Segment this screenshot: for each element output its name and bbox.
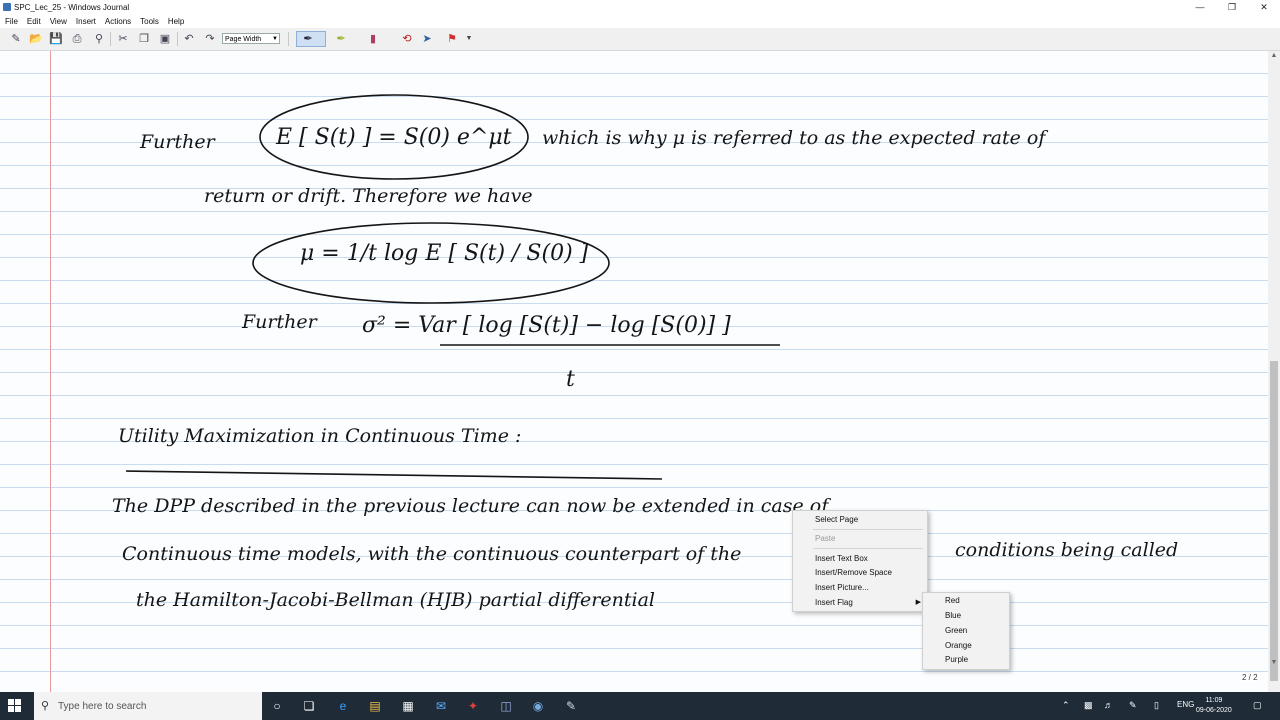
find-icon[interactable]: ⚲ [92, 32, 106, 46]
file-explorer-icon[interactable]: ▤ [367, 698, 383, 714]
page-margin-line [50, 51, 51, 692]
ctx-select-page[interactable]: Select Page [815, 515, 858, 524]
search-placeholder: Type here to search [58, 701, 147, 712]
ctx-insert-picture[interactable]: Insert Picture... [815, 583, 869, 592]
ink-formula-sigma-denominator: t [566, 367, 575, 392]
flag-blue[interactable]: Blue [945, 611, 961, 620]
clock-time: 11:09 [1205, 697, 1223, 704]
windows-start-icon[interactable] [8, 699, 22, 713]
menu-help[interactable]: Help [163, 15, 188, 28]
close-icon[interactable]: ✕ [1248, 0, 1280, 15]
windows-journal-taskbar-icon[interactable]: ✎ [563, 698, 579, 714]
flag-red[interactable]: Red [945, 596, 960, 605]
cortana-icon[interactable]: ○ [269, 698, 285, 714]
journal-app-icon [3, 3, 11, 11]
ink-para-line2b: conditions being called [955, 539, 1179, 561]
journal-page[interactable]: Further E [ S(t) ] = S(0) e^μt which is … [0, 51, 1268, 692]
eraser-icon[interactable]: ▮ [366, 32, 380, 46]
show-hidden-icons-icon[interactable]: ⌃ [1062, 700, 1070, 711]
heading-underline [126, 470, 663, 480]
pdf-reader-icon[interactable]: ✦ [465, 698, 481, 714]
highlighter-icon[interactable]: ✒ [334, 32, 348, 46]
ink-formula-sigma: σ² = Var [ log [S(t)] − log [S(0)] ] [362, 313, 731, 338]
battery-icon[interactable]: ▯ [1154, 700, 1159, 711]
maximize-icon[interactable]: ❐ [1216, 0, 1248, 15]
flag-green[interactable]: Green [945, 626, 967, 635]
page-indicator: 2 / 2 [1240, 673, 1260, 682]
ink-formula-mu: μ = 1/t log E [ S(t) / S(0) ] [300, 241, 589, 266]
chevron-down-icon: ▼ [272, 36, 278, 42]
window-title: SPC_Lec_25 - Windows Journal [14, 3, 130, 12]
task-view-icon[interactable]: ❏ [301, 698, 317, 714]
ctx-insert-text-box[interactable]: Insert Text Box [815, 554, 868, 563]
submenu-arrow-icon: ▶ [915, 599, 921, 606]
fraction-bar [440, 344, 780, 346]
menu-edit[interactable]: Edit [22, 15, 45, 28]
ink-heading: Utility Maximization in Continuous Time … [118, 425, 522, 447]
ink-para-line3: the Hamilton-Jacobi-Bellman (HJB) partia… [136, 589, 655, 611]
ink-formula-expectation: E [ S(t) ] = S(0) e^μt [276, 125, 512, 150]
taskbar-search[interactable]: ⚲ Type here to search [34, 692, 262, 720]
scroll-down-icon[interactable]: ▼ [1268, 659, 1280, 669]
minimize-icon[interactable]: — [1184, 0, 1216, 15]
flag-purple[interactable]: Purple [945, 655, 968, 664]
vertical-scrollbar[interactable]: ▲ ▼ [1268, 51, 1280, 692]
search-icon: ⚲ [41, 700, 50, 712]
lasso-select-icon[interactable]: ⟲ [400, 32, 414, 46]
copy-icon[interactable]: ❐ [137, 32, 151, 46]
flag-orange[interactable]: Orange [945, 641, 972, 650]
language-indicator[interactable]: ENG [1177, 700, 1194, 709]
ctx-insert-flag[interactable]: Insert Flag [815, 598, 853, 607]
scroll-up-icon[interactable]: ▲ [1268, 52, 1280, 62]
zoom-value: Page Width [225, 36, 262, 43]
menu-view[interactable]: View [45, 15, 71, 28]
flag-submenu: Red Blue Green Orange Purple [922, 592, 1010, 670]
selection-tool-icon[interactable]: ➤ [420, 32, 434, 46]
clock[interactable]: 11:09 09-06-2020 [1196, 696, 1232, 716]
clock-date: 09-06-2020 [1196, 707, 1232, 714]
menu-actions[interactable]: Actions [100, 15, 135, 28]
ctx-insert-remove-space[interactable]: Insert/Remove Space [815, 568, 892, 577]
scrollbar-thumb[interactable] [1270, 361, 1278, 681]
redo-icon[interactable]: ↷ [203, 32, 217, 46]
pen-icon: ✒ [303, 33, 313, 45]
title-bar: SPC_Lec_25 - Windows Journal — ❐ ✕ [0, 0, 1280, 15]
cut-icon[interactable]: ✂ [116, 32, 130, 46]
menu-file[interactable]: File [0, 15, 22, 28]
menu-tools[interactable]: Tools [135, 15, 163, 28]
flag-icon[interactable]: ⚑ [445, 32, 459, 46]
app-icon[interactable]: ◫ [498, 698, 514, 714]
ink-line1-rest: which is why μ is referred to as the exp… [542, 127, 1046, 149]
ink-line2: return or drift. Therefore we have [204, 185, 533, 207]
edge-icon[interactable]: e [335, 698, 351, 714]
new-note-icon[interactable]: ✎ [9, 32, 23, 46]
ink-further-1: Further [140, 131, 215, 153]
ink-further-2: Further [242, 311, 317, 333]
ctx-paste: Paste [815, 534, 836, 543]
undo-icon[interactable]: ↶ [182, 32, 196, 46]
menu-bar: File Edit View Insert Actions Tools Help [0, 15, 1280, 28]
open-icon[interactable]: 📂 [29, 32, 43, 46]
webex-icon[interactable]: ◉ [530, 698, 546, 714]
save-icon[interactable]: 💾 [49, 32, 63, 46]
window-controls: — ❐ ✕ [1184, 0, 1280, 15]
pen-tool-button[interactable]: ✒ [296, 31, 326, 47]
taskbar: ⚲ Type here to search ○ ❏ e ▤ ▦ ✉ ✦ ◫ ◉ … [0, 692, 1280, 720]
network-icon[interactable]: ▩ [1084, 700, 1093, 711]
toolbar: ✎ 📂 💾 ⎙ ⚲ ✂ ❐ ▣ ↶ ↷ Page Width ▼ ✒ ✒ ▮ ⟲… [0, 28, 1280, 51]
print-icon[interactable]: ⎙ [70, 32, 84, 46]
paste-icon[interactable]: ▣ [158, 32, 172, 46]
ink-para-line1: The DPP described in the previous lectur… [112, 495, 829, 517]
store-icon[interactable]: ▦ [400, 698, 416, 714]
ink-para-line2a: Continuous time models, with the continu… [122, 543, 742, 565]
zoom-select[interactable]: Page Width ▼ [222, 33, 280, 44]
context-menu: Select Page Paste Insert Text Box Insert… [792, 510, 928, 612]
pen-tray-icon[interactable]: ✎ [1129, 700, 1137, 711]
menu-insert[interactable]: Insert [71, 15, 100, 28]
mail-icon[interactable]: ✉ [433, 698, 449, 714]
notifications-icon[interactable]: ▢ [1253, 700, 1262, 711]
volume-icon[interactable]: ♬ [1104, 700, 1113, 710]
chevron-down-icon[interactable]: ▼ [462, 32, 476, 46]
